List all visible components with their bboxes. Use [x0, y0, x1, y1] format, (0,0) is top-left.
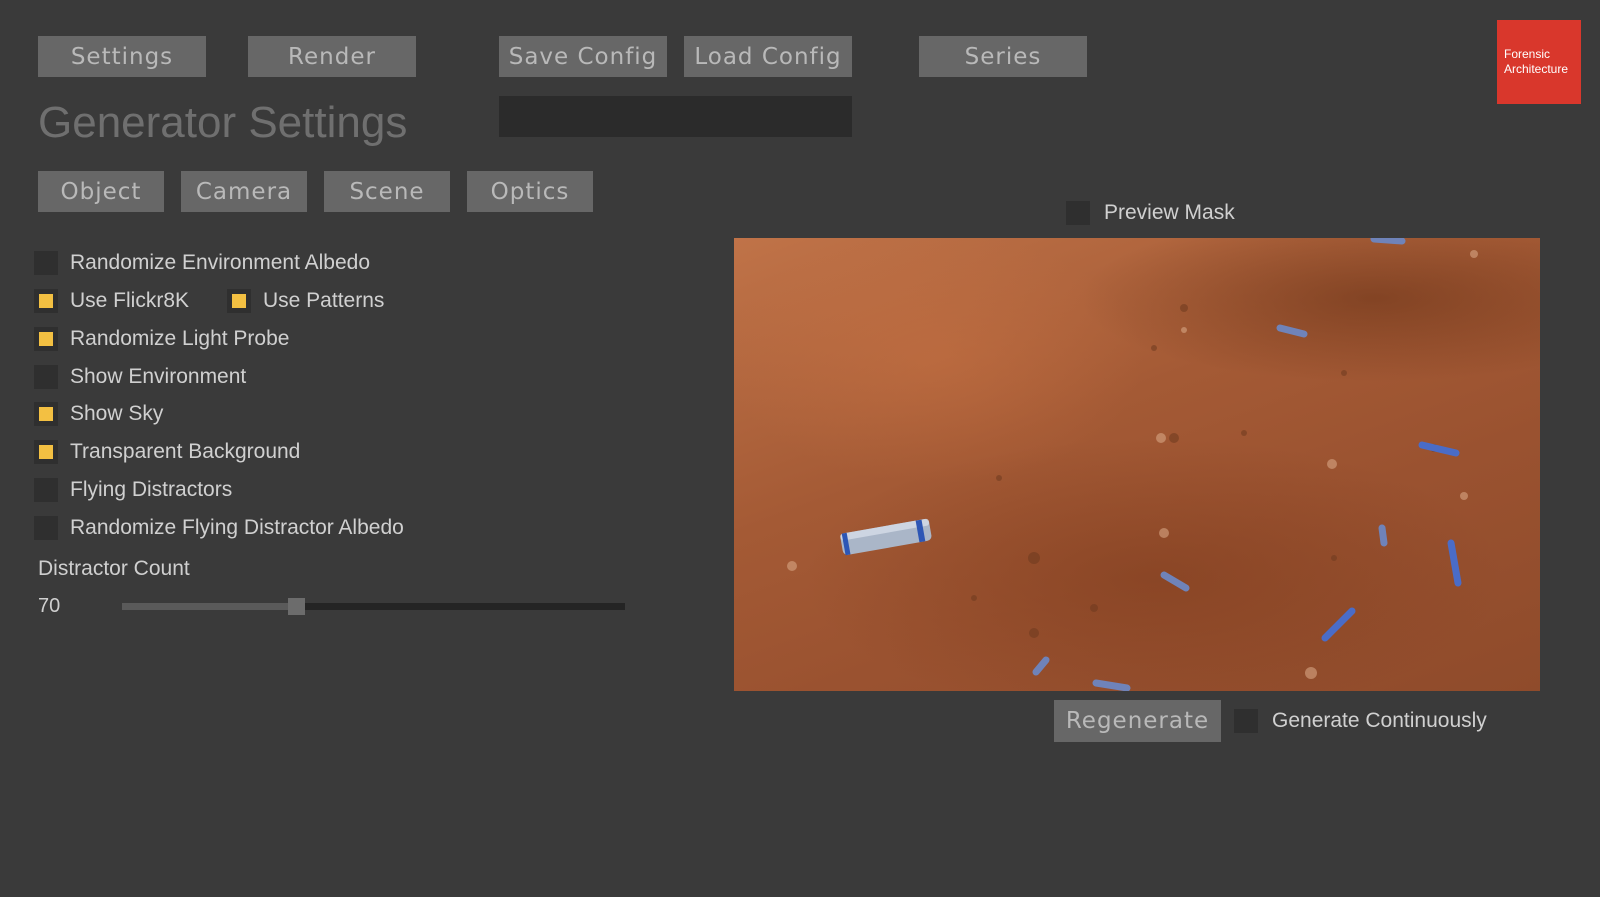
generate-continuously-label: Generate Continuously	[1272, 709, 1487, 732]
distractor-count-slider[interactable]	[122, 598, 625, 615]
tab-camera[interactable]: Camera	[181, 171, 307, 212]
render-preview-image	[734, 238, 1540, 691]
slider-fill	[122, 603, 296, 610]
option-label: Flying Distractors	[70, 478, 233, 501]
slider-handle[interactable]	[287, 598, 305, 615]
preview-scene	[787, 238, 1478, 691]
option-randomize-light-probe[interactable]: Randomize Light Probe	[34, 326, 289, 352]
cartridge-casings	[840, 238, 1462, 691]
logo-line-2: Architecture	[1504, 62, 1569, 76]
checkbox[interactable]	[34, 327, 58, 351]
option-label: Use Flickr8K	[70, 289, 190, 312]
option-label: Randomize Flying Distractor Albedo	[70, 516, 404, 539]
render-button[interactable]: Render	[248, 36, 416, 77]
option-label: Use Patterns	[263, 289, 385, 312]
logo-line-1: Forensic	[1504, 47, 1551, 61]
save-config-button[interactable]: Save Config	[499, 36, 667, 77]
checkbox[interactable]	[34, 251, 58, 275]
forensic-architecture-logo: Forensic Architecture	[1497, 20, 1581, 104]
checkbox[interactable]	[34, 289, 58, 313]
tab-scene[interactable]: Scene	[324, 171, 450, 212]
generate-continuously-toggle[interactable]: Generate Continuously	[1234, 708, 1487, 734]
option-label: Randomize Light Probe	[70, 327, 290, 350]
option-use-flickr8k[interactable]: Use Flickr8K	[34, 288, 189, 314]
tab-object[interactable]: Object	[38, 171, 164, 212]
distractor-count-label: Distractor Count	[38, 557, 190, 580]
settings-button[interactable]: Settings	[38, 36, 206, 77]
preview-mask-label: Preview Mask	[1104, 201, 1235, 224]
config-name-field[interactable]	[499, 96, 852, 137]
checkbox[interactable]	[34, 478, 58, 502]
checkbox[interactable]	[227, 289, 251, 313]
checkbox[interactable]	[34, 402, 58, 426]
regenerate-button[interactable]: Regenerate	[1054, 700, 1221, 742]
option-randomize-flying-distractor-albedo[interactable]: Randomize Flying Distractor Albedo	[34, 515, 404, 541]
option-flying-distractors[interactable]: Flying Distractors	[34, 477, 232, 503]
preview-mask-checkbox[interactable]	[1066, 201, 1090, 225]
option-label: Randomize Environment Albedo	[70, 251, 371, 274]
series-button[interactable]: Series	[919, 36, 1087, 77]
option-show-environment[interactable]: Show Environment	[34, 364, 246, 390]
checkbox[interactable]	[34, 440, 58, 464]
page-title: Generator Settings	[38, 98, 408, 147]
checkbox[interactable]	[34, 516, 58, 540]
option-show-sky[interactable]: Show Sky	[34, 401, 163, 427]
tab-optics[interactable]: Optics	[467, 171, 593, 212]
option-label: Show Environment	[70, 365, 247, 388]
option-label: Show Sky	[70, 402, 164, 425]
option-use-patterns[interactable]: Use Patterns	[227, 288, 384, 314]
preview-mask-toggle[interactable]: Preview Mask	[1066, 200, 1235, 226]
option-randomize-environment-albedo[interactable]: Randomize Environment Albedo	[34, 250, 370, 276]
generate-continuously-checkbox[interactable]	[1234, 709, 1258, 733]
option-label: Transparent Background	[70, 440, 301, 463]
checkbox[interactable]	[34, 365, 58, 389]
load-config-button[interactable]: Load Config	[684, 36, 852, 77]
option-transparent-background[interactable]: Transparent Background	[34, 439, 300, 465]
distractor-count-value: 70	[38, 595, 61, 617]
